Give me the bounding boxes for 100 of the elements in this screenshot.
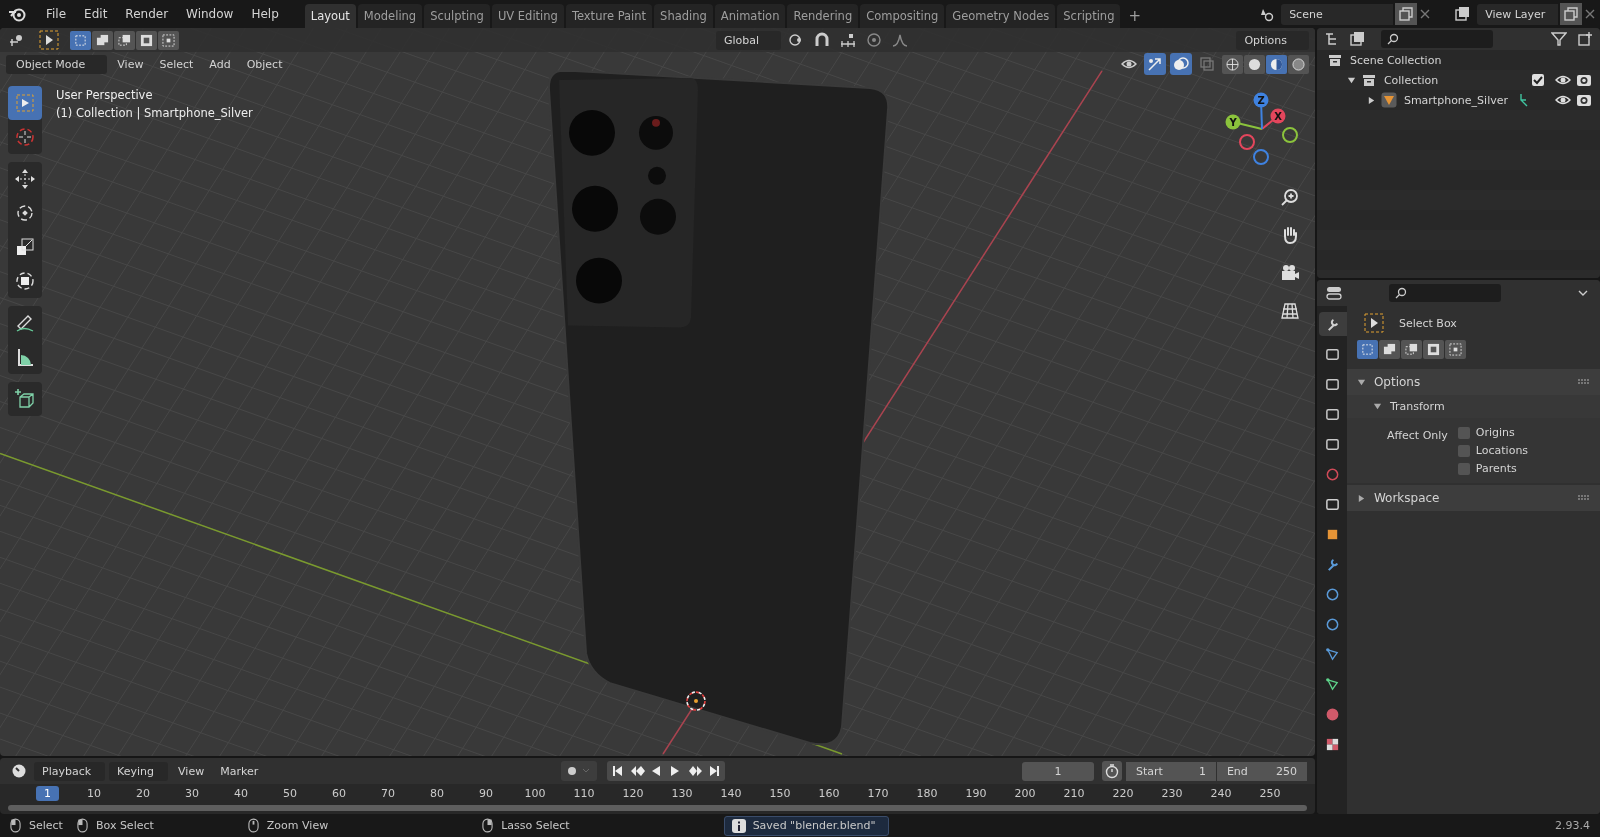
disclosure-triangle-icon[interactable] bbox=[1366, 95, 1376, 105]
workspace-tab[interactable]: Geometry Nodes bbox=[946, 4, 1056, 28]
panel-title: Workspace bbox=[1373, 491, 1440, 505]
menu-item[interactable]: Render bbox=[117, 7, 177, 21]
shading-mode-button[interactable] bbox=[1265, 54, 1287, 74]
end-frame-field[interactable]: End 250 bbox=[1216, 761, 1307, 781]
view-layer-field[interactable]: View Layer bbox=[1477, 3, 1558, 25]
properties-tab[interactable] bbox=[1318, 312, 1347, 336]
workspace-tab[interactable]: Layout bbox=[304, 4, 356, 28]
select-mode-button[interactable] bbox=[1356, 340, 1378, 359]
frame-number: 250 bbox=[1258, 787, 1282, 800]
select-mode-button[interactable] bbox=[1378, 340, 1400, 359]
record-icon[interactable] bbox=[561, 761, 598, 781]
workspace-tab[interactable]: Rendering bbox=[787, 4, 859, 28]
mode-dropdown[interactable]: Object Mode bbox=[6, 54, 108, 74]
outliner-item[interactable]: Collection bbox=[1383, 73, 1439, 87]
checkbox[interactable] bbox=[1457, 444, 1470, 457]
select-mode-button[interactable] bbox=[92, 30, 113, 50]
frame-number: 210 bbox=[1062, 787, 1086, 800]
logo-icon[interactable] bbox=[8, 6, 28, 22]
copy-icon[interactable] bbox=[1395, 3, 1418, 25]
start-frame-field[interactable]: Start 1 bbox=[1125, 761, 1216, 781]
copy-icon[interactable] bbox=[1560, 3, 1582, 25]
playhead[interactable]: 1 bbox=[36, 786, 59, 801]
select-mode-button[interactable] bbox=[136, 30, 157, 50]
overlays-toggle-icon[interactable] bbox=[1169, 53, 1192, 75]
subpanel-title: Transform bbox=[1389, 400, 1445, 413]
workspace-tab[interactable]: Scripting bbox=[1057, 4, 1121, 28]
menu-item[interactable]: File bbox=[38, 7, 75, 21]
search-field[interactable] bbox=[1380, 30, 1493, 48]
scene-field[interactable]: Scene bbox=[1281, 3, 1394, 25]
menu-item[interactable]: Marker bbox=[214, 761, 265, 781]
disclosure-triangle-icon[interactable] bbox=[1346, 75, 1356, 85]
frame-number: 90 bbox=[478, 787, 494, 800]
subtract-squares-icon bbox=[1404, 343, 1418, 356]
checkbox[interactable] bbox=[1457, 462, 1470, 475]
menu-item[interactable]: Help bbox=[243, 7, 287, 21]
menu-item[interactable]: View bbox=[172, 761, 211, 781]
axis-gizmo-drawing[interactable]: X Y Z bbox=[1216, 84, 1307, 174]
scrollbar[interactable] bbox=[8, 805, 1307, 811]
menu-item[interactable]: Window bbox=[178, 7, 242, 21]
frame-number: 60 bbox=[331, 787, 347, 800]
panel-header[interactable]: Workspace bbox=[1346, 485, 1600, 511]
select-box-icon[interactable] bbox=[38, 29, 60, 51]
current-frame-field[interactable]: 1 bbox=[1021, 761, 1094, 781]
3d-cursor-icon bbox=[686, 691, 706, 711]
select-mode-button[interactable] bbox=[114, 30, 135, 50]
disclosure-triangle-icon bbox=[1356, 493, 1366, 503]
drag-handle-icon[interactable] bbox=[1578, 379, 1590, 385]
outliner-item[interactable]: Smartphone_Silver bbox=[1403, 93, 1508, 107]
drag-handle-icon[interactable] bbox=[1578, 495, 1590, 501]
frame-number: 140 bbox=[719, 787, 743, 800]
panel-header[interactable]: Options bbox=[1346, 369, 1600, 395]
search-field[interactable] bbox=[1388, 284, 1501, 302]
search-icon bbox=[1386, 33, 1399, 45]
checkbox-label[interactable]: Parents bbox=[1475, 462, 1517, 475]
select-mode-button[interactable] bbox=[1422, 340, 1444, 359]
shading-mode-button[interactable] bbox=[1287, 54, 1309, 74]
overlap-squares-icon bbox=[96, 33, 109, 47]
workspace-tab[interactable]: Modeling bbox=[357, 4, 423, 28]
workspace-tab[interactable]: Shading bbox=[654, 4, 713, 28]
mesh-icon bbox=[1325, 676, 1341, 692]
transform-icon bbox=[14, 270, 36, 292]
transform-orientation-dropdown[interactable]: Global bbox=[715, 30, 782, 50]
checkbox[interactable] bbox=[1532, 74, 1544, 86]
workspace-tab[interactable]: Animation bbox=[714, 4, 786, 28]
menu-item[interactable]: Add bbox=[203, 54, 237, 74]
menu-item[interactable]: Select bbox=[153, 54, 200, 74]
playback-dropdown[interactable]: Playback bbox=[34, 761, 106, 781]
shading-mode-button[interactable] bbox=[1243, 54, 1265, 74]
workspace-tab[interactable]: UV Editing bbox=[491, 4, 564, 28]
menu-item[interactable]: Edit bbox=[76, 7, 116, 21]
checkbox-label[interactable]: Origins bbox=[1475, 426, 1515, 439]
shading-mode-button[interactable] bbox=[1221, 54, 1243, 74]
workspace-tab[interactable]: Texture Paint bbox=[565, 4, 653, 28]
menu-item[interactable]: View bbox=[111, 54, 150, 74]
rendered-sphere-icon bbox=[1291, 57, 1305, 71]
select-mode-button[interactable] bbox=[1444, 340, 1466, 359]
outliner-item[interactable]: Scene Collection bbox=[1349, 53, 1442, 67]
checkbox-label[interactable]: Locations bbox=[1475, 444, 1529, 457]
frame-number: 50 bbox=[282, 787, 298, 800]
select-mode-button[interactable] bbox=[158, 30, 179, 50]
keying-dropdown[interactable]: Keying bbox=[109, 761, 169, 781]
stopwatch-icon[interactable] bbox=[1101, 761, 1122, 781]
menu-item[interactable]: Object bbox=[240, 54, 289, 74]
frame-number: 240 bbox=[1209, 787, 1233, 800]
options-dropdown[interactable]: Options bbox=[1236, 30, 1309, 50]
gizmo-toggle-icon[interactable] bbox=[1143, 53, 1166, 75]
close-icon[interactable] bbox=[1419, 8, 1432, 20]
subpanel-header[interactable]: Transform bbox=[1346, 395, 1600, 418]
workspace-tab[interactable]: Sculpting bbox=[424, 4, 490, 28]
close-icon[interactable] bbox=[1584, 8, 1596, 20]
intersect-square-icon bbox=[1448, 343, 1462, 356]
add-workspace-button[interactable]: + bbox=[1122, 4, 1147, 28]
playback-controls-drawing[interactable] bbox=[607, 761, 726, 781]
workspace-tab[interactable]: Compositing bbox=[860, 4, 945, 28]
frame-number: 200 bbox=[1013, 787, 1037, 800]
checkbox[interactable] bbox=[1457, 426, 1470, 439]
select-mode-button[interactable] bbox=[1400, 340, 1422, 359]
select-mode-button[interactable] bbox=[70, 30, 91, 50]
